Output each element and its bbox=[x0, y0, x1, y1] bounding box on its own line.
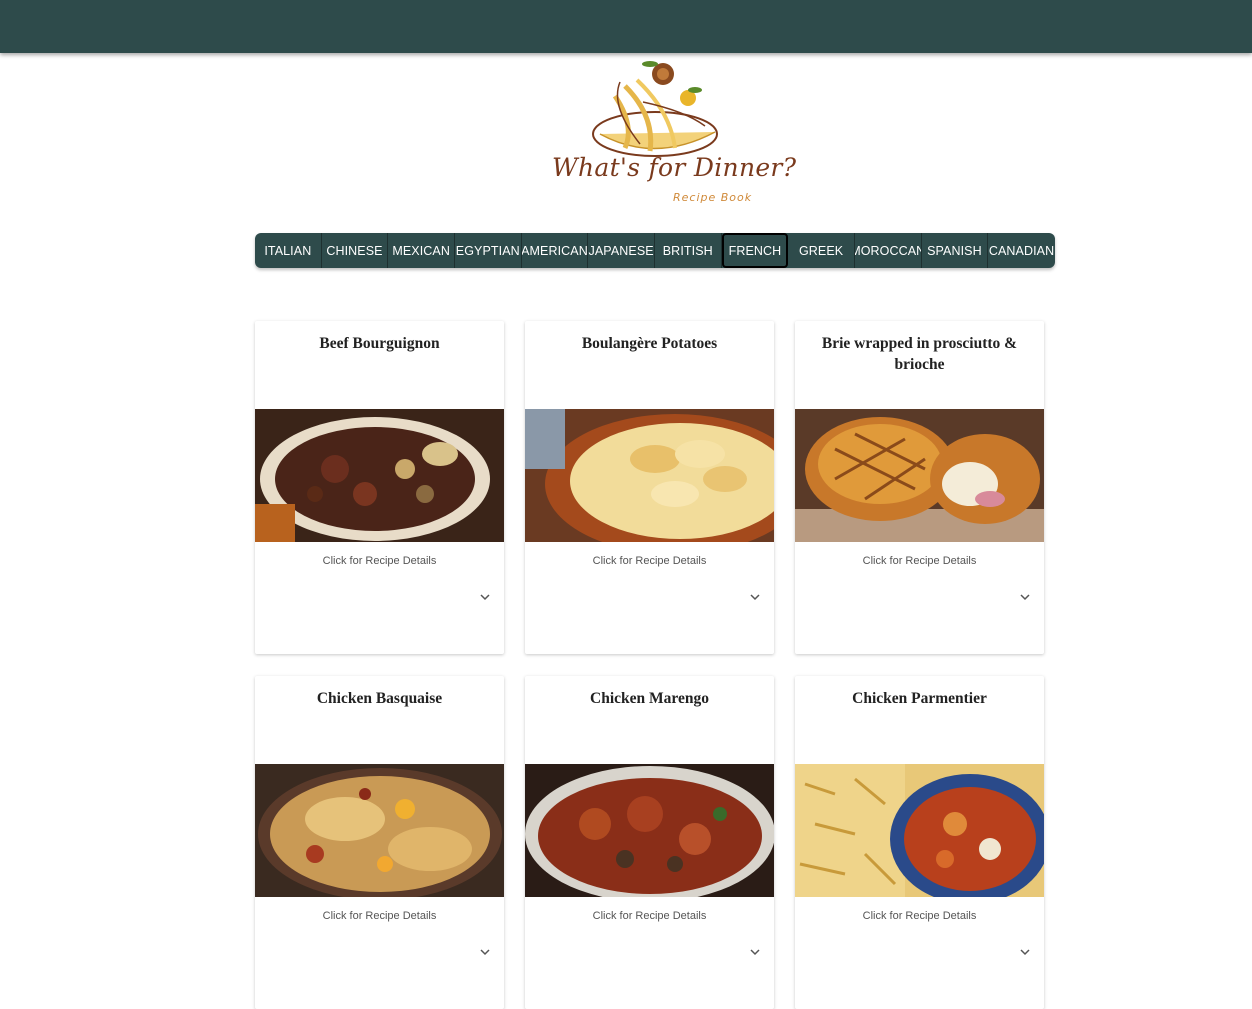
recipe-title: Chicken Marengo bbox=[590, 690, 709, 707]
recipe-image[interactable] bbox=[795, 409, 1044, 542]
recipe-details-hint: Click for Recipe Details bbox=[322, 555, 437, 567]
chevron-down-icon[interactable] bbox=[749, 946, 761, 958]
logo-subtitle: Recipe Book bbox=[673, 191, 753, 204]
chevron-down-icon[interactable] bbox=[1019, 946, 1031, 958]
chevron-down-icon[interactable] bbox=[749, 591, 761, 603]
tab-french[interactable]: FRENCH bbox=[721, 233, 789, 268]
recipe-details-hint: Click for Recipe Details bbox=[592, 555, 707, 567]
pasta-logo-icon bbox=[592, 61, 718, 157]
recipe-title: Brie wrapped in prosciutto & brioche bbox=[821, 335, 1018, 373]
chevron-down-icon[interactable] bbox=[479, 591, 491, 603]
recipe-title: Beef Bourguignon bbox=[319, 335, 440, 352]
tab-chinese[interactable]: CHINESE bbox=[322, 233, 389, 268]
recipe-title: Boulangère Potatoes bbox=[581, 335, 718, 352]
tab-spanish[interactable]: SPANISH bbox=[922, 233, 989, 268]
tab-american[interactable]: AMERICAN bbox=[522, 233, 589, 268]
recipe-image[interactable] bbox=[795, 764, 1044, 897]
recipe-details-hint: Click for Recipe Details bbox=[322, 910, 437, 922]
tab-moroccan[interactable]: MOROCCAN bbox=[855, 233, 922, 268]
cuisine-tabs: ITALIAN CHINESE MEXICAN EGYPTIAN AMERICA… bbox=[255, 233, 1055, 268]
recipe-image[interactable] bbox=[525, 409, 774, 542]
recipe-image[interactable] bbox=[525, 764, 774, 897]
recipe-details-hint: Click for Recipe Details bbox=[862, 555, 977, 567]
recipe-card[interactable]: Chicken Parmentier Click for Recipe Deta… bbox=[795, 676, 1044, 1009]
tab-egyptian[interactable]: EGYPTIAN bbox=[455, 233, 522, 268]
tab-mexican[interactable]: MEXICAN bbox=[388, 233, 455, 268]
recipe-title: Chicken Parmentier bbox=[852, 690, 987, 707]
recipe-image[interactable] bbox=[255, 409, 504, 542]
recipe-card[interactable]: Chicken Marengo Click for Recipe Details bbox=[525, 676, 774, 1009]
recipe-title: Chicken Basquaise bbox=[316, 690, 443, 707]
logo-title: What's for Dinner? bbox=[552, 153, 797, 182]
tab-canadian[interactable]: CANADIAN bbox=[988, 233, 1055, 268]
tab-greek[interactable]: GREEK bbox=[788, 233, 855, 268]
chevron-down-icon[interactable] bbox=[1019, 591, 1031, 603]
top-app-bar bbox=[0, 0, 1252, 53]
tab-italian[interactable]: ITALIAN bbox=[255, 233, 322, 268]
recipe-image[interactable] bbox=[255, 764, 504, 897]
tab-japanese[interactable]: JAPANESE bbox=[588, 233, 655, 268]
recipe-card[interactable]: Brie wrapped in prosciutto & brioche Cli… bbox=[795, 321, 1044, 654]
recipe-details-hint: Click for Recipe Details bbox=[862, 910, 977, 922]
recipe-card[interactable]: Beef Bourguignon Click for Recipe Detail… bbox=[255, 321, 504, 654]
recipe-details-hint: Click for Recipe Details bbox=[592, 910, 707, 922]
recipe-card[interactable]: Boulangère Potatoes Click for Recipe Det… bbox=[525, 321, 774, 654]
tab-british[interactable]: BRITISH bbox=[655, 233, 722, 268]
chevron-down-icon[interactable] bbox=[479, 946, 491, 958]
recipe-card[interactable]: Chicken Basquaise Click for Recipe Detai… bbox=[255, 676, 504, 1009]
